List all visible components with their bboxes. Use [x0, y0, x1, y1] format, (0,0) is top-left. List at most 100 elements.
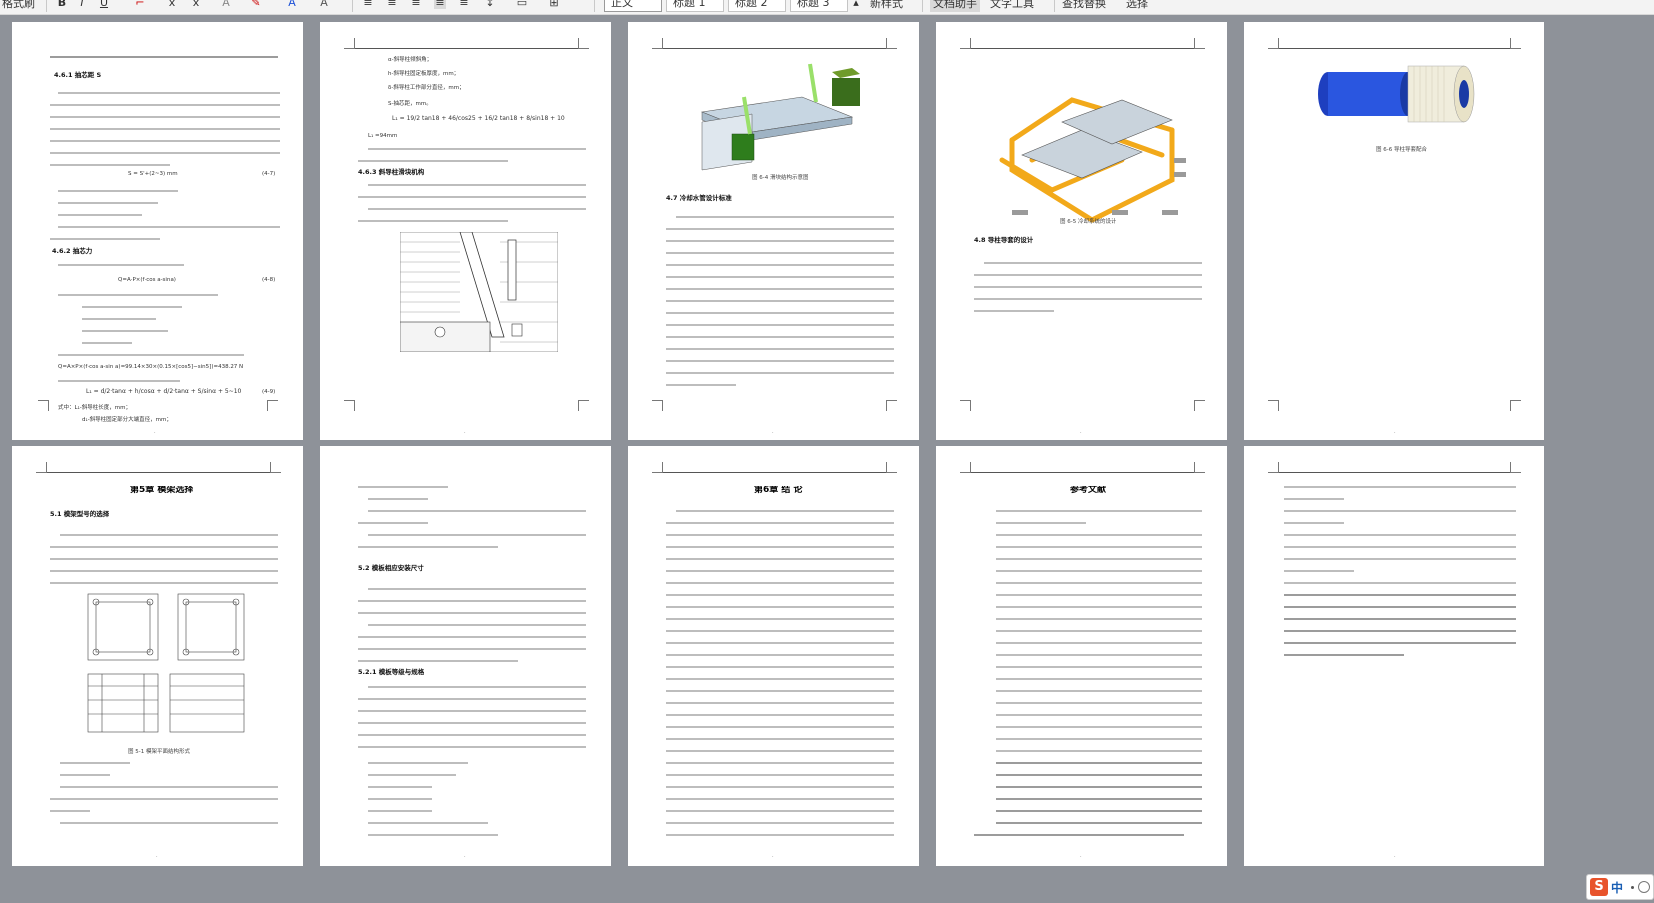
margin-corner: [38, 400, 49, 411]
text-line: [666, 252, 894, 254]
sogou-logo-icon[interactable]: S: [1590, 878, 1608, 896]
reference-line: [996, 726, 1202, 728]
document-page-10[interactable]: ·: [1244, 446, 1544, 866]
margin-corner: [652, 400, 663, 411]
italic-button[interactable]: I: [76, 0, 88, 9]
underline-button[interactable]: U: [98, 0, 110, 9]
ribbon-toolbar: 格式刷 B I U ⌐ x x A ✎ A A ≡ ≡ ≡ ≡ ≡ ↕ ▭ ⊞ …: [0, 0, 1654, 15]
superscript-icon[interactable]: x: [166, 0, 178, 9]
find-replace-button[interactable]: 查找替换: [1062, 0, 1106, 12]
document-page-2[interactable]: α-斜导柱倾斜角； h-斜导柱固定板厚度，mm； δ-斜导柱工作部分直径，mm；…: [320, 22, 611, 440]
text-line: [666, 312, 894, 314]
reference-line: [996, 558, 1202, 560]
margin-corner: [344, 38, 355, 49]
text-line: [666, 240, 894, 242]
toolbar-divider: [922, 0, 923, 12]
style-normal[interactable]: 正文: [604, 0, 662, 12]
text-line: [368, 686, 586, 688]
text-line: [50, 104, 280, 106]
text-line: [666, 726, 894, 728]
slider-3d-model: [700, 63, 860, 171]
new-style-button[interactable]: 新样式: [870, 0, 903, 12]
select-button[interactable]: 选择: [1126, 0, 1148, 12]
header-rule: [1278, 48, 1510, 49]
page-number: ·: [1394, 430, 1396, 436]
style-heading-2[interactable]: 标题 2: [728, 0, 786, 12]
reference-line: [1284, 654, 1404, 656]
document-page-9[interactable]: 参考文献 ·: [936, 446, 1227, 866]
document-page-4[interactable]: 图 6-5 冷却系统的设计 4.8 导柱导套的设计 ·: [936, 22, 1227, 440]
text-line: [368, 822, 488, 824]
char-shading-icon[interactable]: A: [318, 0, 330, 9]
distribute-icon[interactable]: ≡: [458, 0, 470, 9]
font-color-icon[interactable]: A: [286, 0, 298, 9]
line-spacing-icon[interactable]: ↕: [484, 0, 496, 9]
text-line: [358, 698, 586, 700]
align-center-icon[interactable]: ≡: [386, 0, 398, 9]
document-page-6[interactable]: 第5章 模架选择 5.1 模架型号的选择 图 5-1 模架平面结构形式 ·: [12, 446, 303, 866]
text-line: [368, 148, 586, 150]
text-effect-icon[interactable]: A: [220, 0, 232, 9]
formula: Q=A·P×(f·cos a-sina): [118, 277, 176, 283]
reference-line: [996, 510, 1202, 512]
text-line: [358, 160, 508, 162]
ime-language-toggle[interactable]: 中: [1611, 879, 1623, 896]
style-scroll-icon[interactable]: ▴: [850, 0, 862, 9]
shading-icon[interactable]: ▭: [516, 0, 528, 9]
reference-line: [996, 582, 1202, 584]
bold-button[interactable]: B: [56, 0, 68, 9]
margin-corner: [960, 38, 971, 49]
justify-icon[interactable]: ≡: [434, 0, 446, 9]
text-line: [666, 594, 894, 596]
text-assistant-button[interactable]: 文档助手: [930, 0, 980, 12]
reference-line: [1284, 570, 1354, 572]
text-line: [974, 298, 1202, 300]
text-line: [666, 786, 894, 788]
text-line: [358, 710, 586, 712]
text-line: [50, 140, 280, 142]
document-page-3[interactable]: 图 6-4 滑块结构示意图 4.7 冷却水管设计标准 ·: [628, 22, 919, 440]
figure-caption: 图 6-6 导柱导套配合: [1376, 147, 1427, 153]
text-line: [368, 798, 432, 800]
text-line: [666, 810, 894, 812]
section-heading: 4.6.3 斜导柱滑块机构: [358, 168, 425, 176]
reference-line: [1284, 546, 1516, 548]
emoji-icon[interactable]: [1638, 881, 1650, 893]
mold-base-drawing: [87, 593, 245, 733]
border-icon[interactable]: ⊞: [548, 0, 560, 9]
format-brush-button[interactable]: 格式刷: [2, 0, 35, 12]
text-line: [666, 666, 894, 668]
highlight-icon[interactable]: ✎: [250, 0, 262, 9]
text-line: [666, 522, 894, 524]
text-line: [368, 624, 586, 626]
document-page-7[interactable]: 5.2 模板相应安装尺寸 5.2.1 模板等级与规格 ·: [320, 446, 611, 866]
style-heading-3[interactable]: 标题 3: [790, 0, 848, 12]
text-line: [358, 522, 428, 524]
text-line: [358, 486, 448, 488]
text-line: [974, 286, 1202, 288]
punctuation-icon[interactable]: [1631, 886, 1634, 889]
align-left-icon[interactable]: ≡: [362, 0, 374, 9]
document-page-8[interactable]: 第6章 结 论 ·: [628, 446, 919, 866]
ime-toolbar[interactable]: S 中: [1586, 874, 1654, 900]
document-page-5[interactable]: 图 6-6 导柱导套配合 ·: [1244, 22, 1544, 440]
reference-line: [996, 606, 1202, 608]
text-line: [666, 276, 894, 278]
text-line: [666, 702, 894, 704]
reference-line: [996, 546, 1202, 548]
text-line: [666, 738, 894, 740]
text-tools-button[interactable]: 文字工具: [990, 0, 1034, 12]
text-line: [82, 318, 156, 320]
text-line: [666, 606, 894, 608]
text-line: [368, 498, 428, 500]
style-heading-1[interactable]: 标题 1: [666, 0, 724, 12]
document-page-1[interactable]: 4.6.1 抽芯距 S S = S'+(2~3) mm (4-7) 4.6.2 …: [12, 22, 303, 440]
reference-line: [996, 678, 1202, 680]
text-line: [974, 274, 1202, 276]
margin-corner: [886, 38, 897, 49]
equation-number: (4-9): [262, 389, 276, 395]
text-line: [58, 294, 218, 296]
subscript-icon[interactable]: x: [190, 0, 202, 9]
align-right-icon[interactable]: ≡: [410, 0, 422, 9]
strikethrough-icon[interactable]: ⌐: [134, 0, 146, 9]
